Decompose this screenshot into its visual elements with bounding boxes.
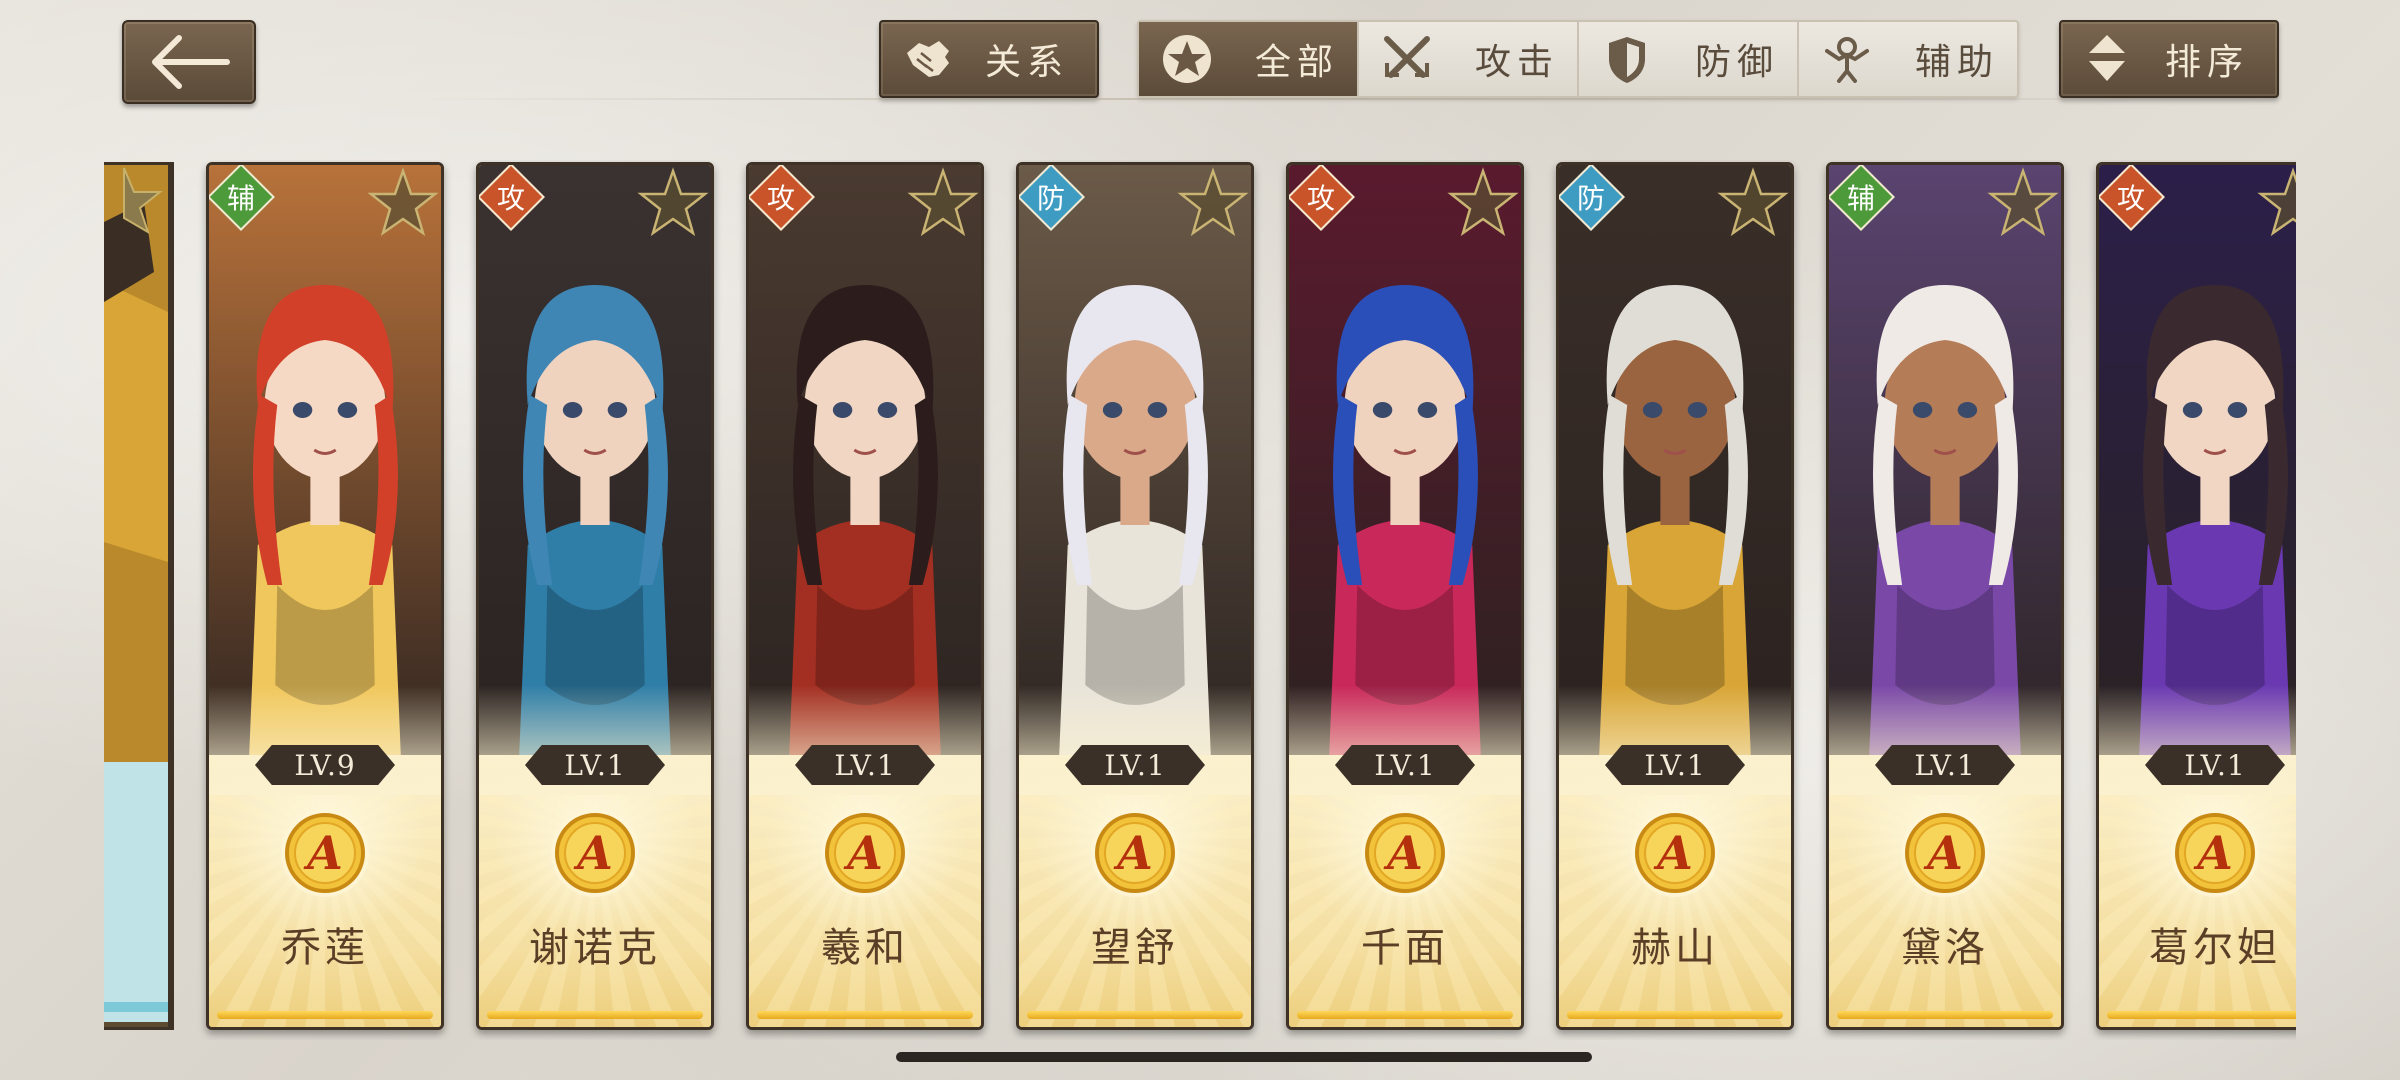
role-badge-label: 防 [1036, 182, 1065, 215]
hero-card-list[interactable]: 辅 LV.9 A 乔莲 攻 LV.1 A 谢诺克 攻 LV.1 A 羲和 防 L… [104, 160, 2296, 1040]
rank-a-icon: A [821, 809, 909, 897]
svg-text:A: A [1383, 826, 1423, 880]
role-badge-label: 攻 [2116, 182, 2145, 215]
sort-button[interactable]: 排序 [2059, 20, 2279, 98]
hero-name: 羲和 [821, 925, 909, 971]
svg-text:A: A [843, 826, 883, 880]
support-figure-icon [1825, 37, 1869, 83]
hero-name: 黛洛 [1901, 925, 1989, 971]
star-icon [1177, 167, 1249, 237]
svg-text:A: A [573, 826, 613, 880]
level-badge: LV.1 [1605, 745, 1745, 785]
role-badge-label: 攻 [766, 182, 795, 215]
star-icon [1987, 167, 2059, 237]
handshake-icon [907, 41, 949, 77]
role-badge-label: 防 [1576, 182, 1605, 215]
hero-card[interactable]: 攻 LV.1 A 羲和 [746, 162, 984, 1030]
rank-a-icon: A [281, 809, 369, 897]
hero-name: 乔莲 [281, 925, 369, 971]
filter-tab-label: 攻击 [1475, 42, 1560, 83]
filter-tab-all[interactable]: 全部 [1139, 22, 1359, 96]
hero-name: 赫山 [1631, 925, 1719, 971]
star-icon [1717, 167, 1789, 237]
hero-card[interactable]: 防 LV.1 A 赫山 [1556, 162, 1794, 1030]
rank-a-icon: A [1631, 809, 1719, 897]
svg-text:A: A [1653, 826, 1693, 880]
level-badge: LV.1 [2145, 745, 2285, 785]
level-badge: LV.1 [1065, 745, 1205, 785]
back-button[interactable] [122, 20, 256, 104]
sort-arrows-icon [2089, 35, 2125, 81]
hero-name: 千面 [1361, 925, 1449, 971]
home-indicator [896, 1052, 1592, 1062]
level-badge: LV.1 [1875, 745, 2015, 785]
filter-tab-support[interactable]: 辅助 [1799, 22, 2017, 96]
hero-card[interactable]: 辅 LV.9 A 乔莲 [206, 162, 444, 1030]
hero-name: 谢诺克 [529, 925, 661, 971]
hero-card[interactable]: 防 LV.1 A 望舒 [1016, 162, 1254, 1030]
role-badge-label: 辅 [226, 182, 255, 215]
filter-tab-label: 辅助 [1915, 42, 2000, 83]
crossed-swords-icon [1384, 36, 1430, 78]
hero-card[interactable]: 辅 LV.1 A 黛洛 [1826, 162, 2064, 1030]
filter-tab-label: 全部 [1255, 42, 1340, 83]
star-icon [367, 167, 439, 237]
level-badge: LV.1 [1335, 745, 1475, 785]
hero-card-partial[interactable] [104, 162, 174, 1030]
hero-card[interactable]: 攻 LV.1 A 谢诺克 [476, 162, 714, 1030]
shield-icon [1609, 37, 1645, 83]
hero-card[interactable]: 攻 LV.1 A 千面 [1286, 162, 1524, 1030]
svg-text:A: A [1113, 826, 1153, 880]
level-badge: LV.1 [525, 745, 665, 785]
filter-tab-attack[interactable]: 攻击 [1359, 22, 1579, 96]
svg-text:A: A [303, 826, 343, 880]
role-badge-label: 攻 [496, 182, 525, 215]
role-badge-label: 攻 [1306, 182, 1335, 215]
star-icon [1447, 167, 1519, 237]
role-filter-bar: 全部 攻击 防御 辅助 [1137, 20, 2019, 98]
svg-text:A: A [2193, 826, 2233, 880]
star-circle-icon [1163, 35, 1211, 83]
filter-tab-defense[interactable]: 防御 [1579, 22, 1799, 96]
rank-a-icon: A [1091, 809, 1179, 897]
hero-name: 望舒 [1091, 925, 1179, 971]
rank-a-icon: A [1361, 809, 1449, 897]
svg-text:A: A [1923, 826, 1963, 880]
filter-tab-label: 防御 [1695, 42, 1780, 83]
hero-name: 葛尔妲 [2149, 925, 2281, 971]
level-badge: LV.9 [255, 745, 395, 785]
relation-label: 关系 [985, 42, 1070, 83]
relation-button[interactable]: 关系 [879, 20, 1099, 98]
star-icon [907, 167, 979, 237]
rank-a-icon: A [1901, 809, 1989, 897]
hero-card[interactable]: 攻 LV.1 A 葛尔妲 [2096, 162, 2296, 1030]
sort-label: 排序 [2165, 42, 2250, 83]
rank-a-icon: A [551, 809, 639, 897]
level-badge: LV.1 [795, 745, 935, 785]
back-arrow-icon [152, 35, 230, 89]
star-icon [2257, 167, 2296, 237]
rank-a-icon: A [2171, 809, 2259, 897]
role-badge-label: 辅 [1846, 182, 1875, 215]
star-icon [637, 167, 709, 237]
divider-line [404, 98, 2304, 100]
